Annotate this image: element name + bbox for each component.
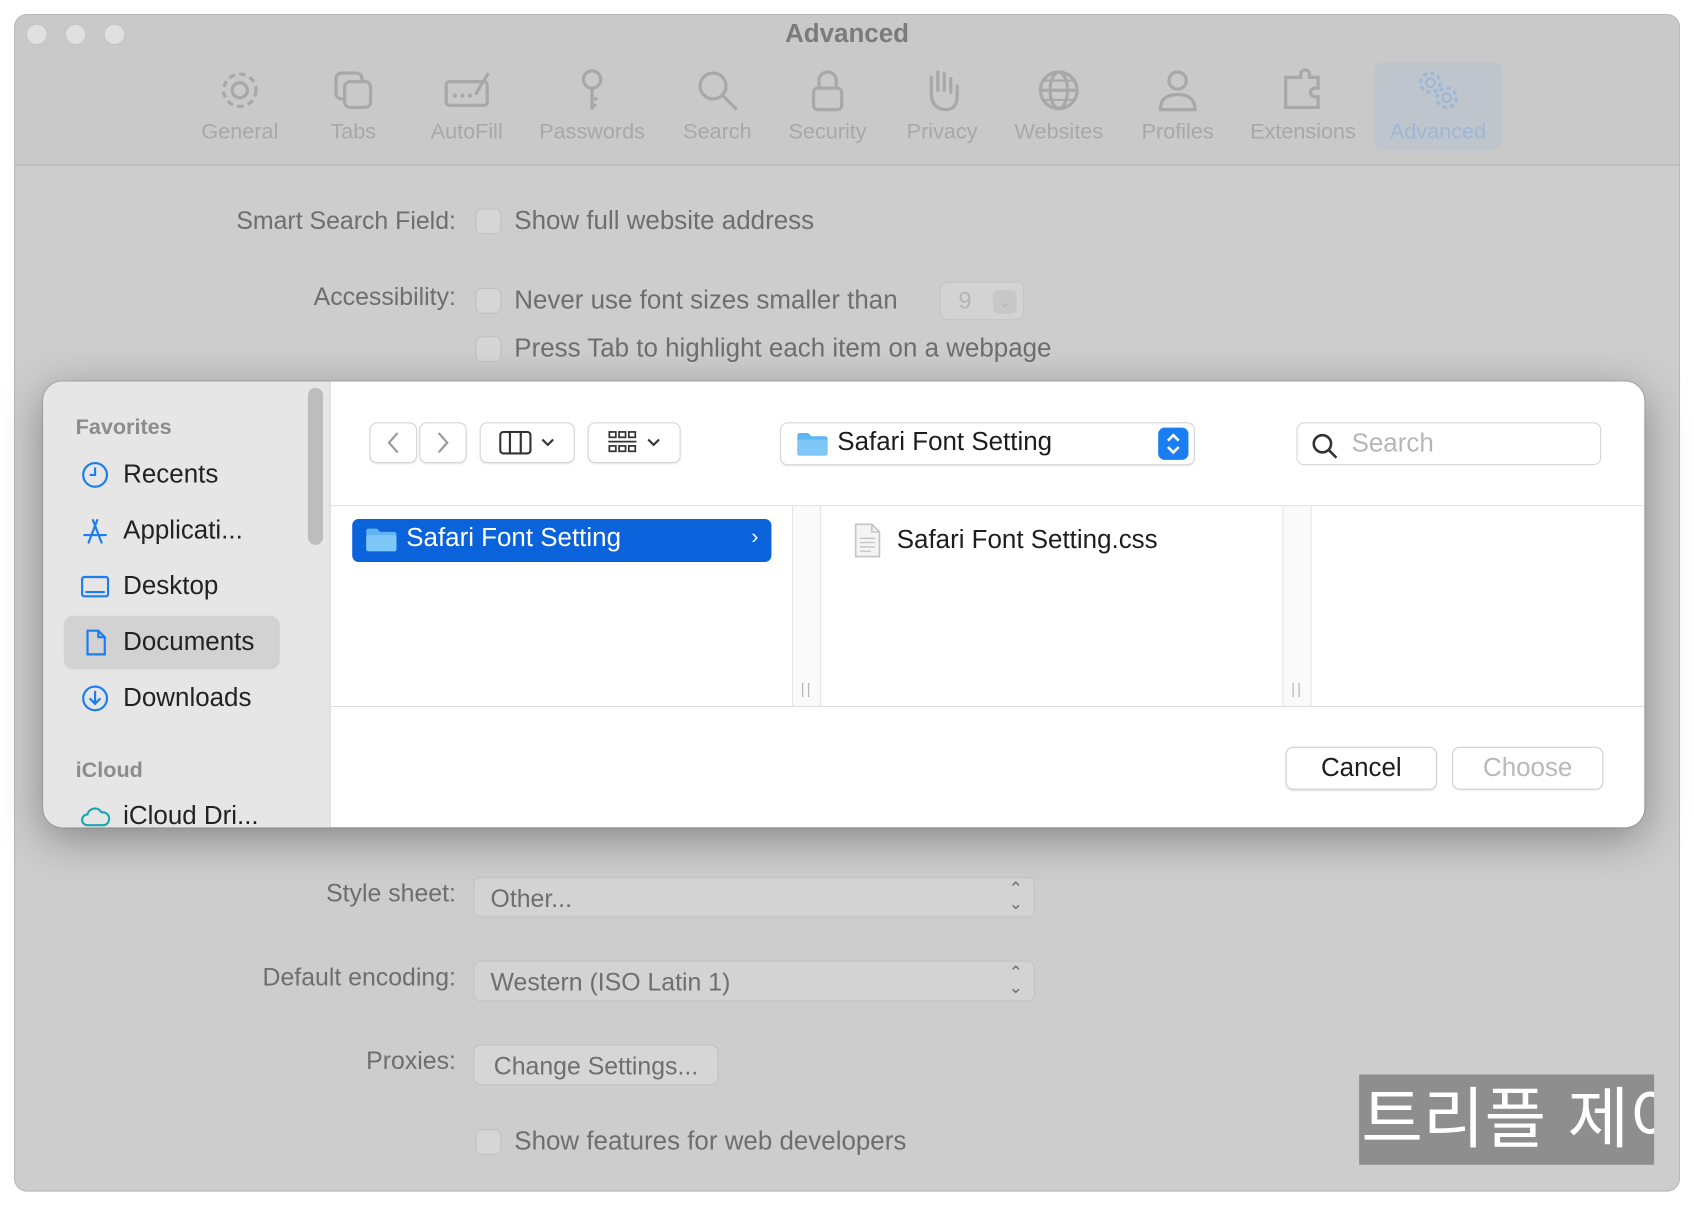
web-developer-label: Show features for web developers xyxy=(514,1127,907,1157)
tab-highlight-checkbox[interactable] xyxy=(475,336,502,363)
folder-icon xyxy=(797,433,828,456)
chevron-down-icon: ⌄ xyxy=(992,290,1017,314)
group-view-button[interactable] xyxy=(587,422,681,464)
favorites-header: Favorites xyxy=(75,415,172,440)
min-font-size-label: Never use font sizes smaller than xyxy=(514,285,898,315)
style-sheet-label: Style sheet: xyxy=(326,878,456,907)
column-resize-handle-2[interactable]: || xyxy=(1283,506,1312,706)
cloud-icon xyxy=(81,807,111,827)
proxies-label: Proxies: xyxy=(366,1046,456,1075)
min-font-size-popup[interactable]: 9 ⌄ xyxy=(939,281,1025,321)
file-icon xyxy=(854,523,881,558)
person-icon xyxy=(1158,70,1197,112)
updown-arrows-icon xyxy=(1158,427,1189,460)
column-row-css-file[interactable]: Safari Font Setting.css xyxy=(854,523,1158,558)
autofill-icon xyxy=(444,72,490,107)
column-row-safari-font-setting[interactable]: Safari Font Setting › xyxy=(352,518,772,562)
settings-toolbar: General Tabs AutoFill Passwords Search S… xyxy=(15,60,1679,165)
columns-icon xyxy=(499,430,532,455)
gear-icon xyxy=(222,72,258,108)
sidebar-item-applications[interactable]: Applicati... xyxy=(64,504,280,558)
download-icon xyxy=(82,685,109,712)
grid-icon xyxy=(608,431,637,453)
change-settings-button[interactable]: Change Settings... xyxy=(473,1044,719,1086)
browser-column-2: Safari Font Setting.css xyxy=(821,506,1284,706)
tab-extensions[interactable]: Extensions xyxy=(1245,62,1362,150)
default-encoding-label: Default encoding: xyxy=(262,962,456,991)
sidebar-item-desktop[interactable]: Desktop xyxy=(64,560,280,614)
tab-advanced[interactable]: Advanced xyxy=(1374,62,1502,151)
choose-button[interactable]: Choose xyxy=(1452,746,1604,790)
tab-passwords[interactable]: Passwords xyxy=(534,62,651,150)
column-resize-handle-1[interactable]: || xyxy=(793,506,822,706)
search-icon xyxy=(1312,433,1338,459)
tab-profiles[interactable]: Profiles xyxy=(1134,62,1220,150)
tab-general[interactable]: General xyxy=(194,62,285,150)
window-title: Advanced xyxy=(785,19,909,49)
chevron-down-icon xyxy=(647,438,660,447)
tab-highlight-label: Press Tab to highlight each item on a we… xyxy=(514,334,1052,364)
show-full-address-checkbox[interactable] xyxy=(475,208,502,235)
updown-arrows-icon: ⌃ ⌄ xyxy=(1008,880,1024,914)
tab-privacy[interactable]: Privacy xyxy=(901,62,983,150)
smart-search-label: Smart Search Field: xyxy=(236,206,456,235)
tab-search[interactable]: Search xyxy=(678,62,756,150)
dialog-divider xyxy=(330,705,1645,708)
style-sheet-popup[interactable]: Other... ⌃ ⌄ xyxy=(473,876,1036,918)
web-developer-checkbox[interactable] xyxy=(475,1129,502,1156)
min-font-size-checkbox[interactable] xyxy=(475,287,502,314)
dialog-toolbar: Safari Font Setting Search xyxy=(330,381,1645,507)
applications-icon xyxy=(83,518,107,544)
desktop-icon xyxy=(81,575,110,598)
cancel-button[interactable]: Cancel xyxy=(1285,746,1437,790)
open-file-dialog: Favorites Recents Applicati... Desktop D… xyxy=(43,381,1645,828)
tabs-icon xyxy=(334,71,373,110)
title-bar: Advanced General Tabs AutoFill Passwords xyxy=(15,15,1679,166)
folder-icon xyxy=(366,528,397,552)
sidebar-item-icloud-drive[interactable]: iCloud Dri... xyxy=(64,790,280,827)
browser-column-1: Safari Font Setting › xyxy=(331,506,794,706)
dialog-sidebar: Favorites Recents Applicati... Desktop D… xyxy=(43,381,331,828)
forward-button[interactable] xyxy=(419,422,467,464)
lock-icon xyxy=(811,70,844,112)
default-encoding-popup[interactable]: Western (ISO Latin 1) ⌃ ⌄ xyxy=(473,960,1036,1002)
icloud-header: iCloud xyxy=(75,758,143,783)
chevron-right-icon xyxy=(437,432,449,454)
gears-icon xyxy=(1419,71,1458,110)
sidebar-item-downloads[interactable]: Downloads xyxy=(64,672,280,726)
show-full-address-label: Show full website address xyxy=(514,206,815,236)
location-popup[interactable]: Safari Font Setting xyxy=(780,422,1195,466)
chevron-right-icon: › xyxy=(751,525,759,550)
search-icon xyxy=(698,71,738,111)
search-field[interactable]: Search xyxy=(1296,422,1602,466)
hand-icon xyxy=(929,70,959,112)
accessibility-label: Accessibility: xyxy=(313,282,456,311)
tab-websites[interactable]: Websites xyxy=(1007,62,1111,150)
key-icon xyxy=(581,69,603,110)
tab-autofill[interactable]: AutoFill xyxy=(421,62,512,150)
document-icon xyxy=(86,629,106,656)
clock-icon xyxy=(82,462,109,488)
puzzle-icon xyxy=(1284,68,1320,110)
back-button[interactable] xyxy=(369,422,418,464)
chevron-down-icon xyxy=(541,438,554,447)
chevron-left-icon xyxy=(387,432,399,454)
tab-tabs[interactable]: Tabs xyxy=(315,62,391,150)
updown-arrows-icon: ⌃ ⌄ xyxy=(1008,963,1024,998)
sidebar-scrollbar[interactable] xyxy=(307,387,324,545)
sidebar-item-documents[interactable]: Documents xyxy=(63,615,280,670)
watermark: 트리플 제이 xyxy=(1359,1074,1655,1165)
globe-icon xyxy=(1038,70,1079,111)
sidebar-item-recents[interactable]: Recents xyxy=(64,448,280,502)
column-view-button[interactable] xyxy=(479,422,575,464)
tab-security[interactable]: Security xyxy=(782,62,873,150)
